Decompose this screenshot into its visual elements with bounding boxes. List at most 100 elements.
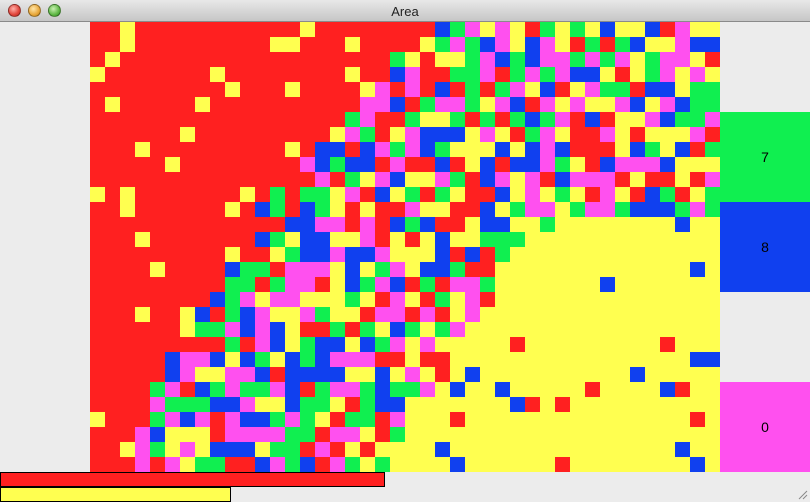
board-cell[interactable]	[240, 217, 256, 233]
board-cell[interactable]	[540, 277, 556, 293]
board-cell[interactable]	[165, 82, 181, 98]
board-cell[interactable]	[450, 397, 466, 413]
board-cell[interactable]	[315, 352, 331, 368]
board-cell[interactable]	[315, 427, 331, 443]
board-cell[interactable]	[615, 157, 631, 173]
board-cell[interactable]	[660, 247, 676, 263]
board-cell[interactable]	[270, 247, 286, 263]
board-cell[interactable]	[495, 232, 511, 248]
board-cell[interactable]	[270, 172, 286, 188]
board-cell[interactable]	[585, 52, 601, 68]
board-cell[interactable]	[510, 277, 526, 293]
board-cell[interactable]	[435, 307, 451, 323]
board-cell[interactable]	[465, 52, 481, 68]
board-cell[interactable]	[570, 97, 586, 113]
board-cell[interactable]	[225, 262, 241, 278]
board-cell[interactable]	[270, 427, 286, 443]
board-cell[interactable]	[120, 412, 136, 428]
board-cell[interactable]	[180, 322, 196, 338]
board-cell[interactable]	[390, 367, 406, 383]
board-cell[interactable]	[135, 97, 151, 113]
board-cell[interactable]	[435, 22, 451, 38]
board-cell[interactable]	[90, 127, 106, 143]
board-cell[interactable]	[465, 217, 481, 233]
board-cell[interactable]	[105, 457, 121, 472]
board-cell[interactable]	[135, 292, 151, 308]
board-cell[interactable]	[660, 307, 676, 323]
board-cell[interactable]	[285, 127, 301, 143]
board-cell[interactable]	[150, 307, 166, 323]
board-cell[interactable]	[450, 412, 466, 428]
board-cell[interactable]	[330, 67, 346, 83]
board-cell[interactable]	[345, 187, 361, 203]
board-cell[interactable]	[465, 412, 481, 428]
board-cell[interactable]	[300, 202, 316, 218]
board-cell[interactable]	[195, 412, 211, 428]
board-cell[interactable]	[345, 292, 361, 308]
board-cell[interactable]	[315, 112, 331, 128]
board-cell[interactable]	[300, 52, 316, 68]
board-cell[interactable]	[435, 292, 451, 308]
board-cell[interactable]	[210, 37, 226, 53]
board-cell[interactable]	[675, 307, 691, 323]
board-cell[interactable]	[555, 52, 571, 68]
board-cell[interactable]	[135, 187, 151, 203]
board-cell[interactable]	[360, 82, 376, 98]
board-cell[interactable]	[615, 52, 631, 68]
board-cell[interactable]	[345, 367, 361, 383]
board-cell[interactable]	[285, 262, 301, 278]
board-cell[interactable]	[120, 322, 136, 338]
board-cell[interactable]	[705, 457, 720, 472]
board-cell[interactable]	[705, 82, 720, 98]
board-cell[interactable]	[480, 247, 496, 263]
board-cell[interactable]	[585, 217, 601, 233]
board-cell[interactable]	[90, 52, 106, 68]
board-cell[interactable]	[495, 217, 511, 233]
board-cell[interactable]	[105, 187, 121, 203]
board-cell[interactable]	[150, 412, 166, 428]
board-cell[interactable]	[225, 172, 241, 188]
board-cell[interactable]	[210, 322, 226, 338]
board-cell[interactable]	[690, 82, 706, 98]
board-cell[interactable]	[330, 142, 346, 158]
board-cell[interactable]	[495, 127, 511, 143]
board-cell[interactable]	[255, 322, 271, 338]
board-cell[interactable]	[555, 112, 571, 128]
board-cell[interactable]	[135, 307, 151, 323]
board-cell[interactable]	[330, 337, 346, 353]
board-cell[interactable]	[180, 202, 196, 218]
board-cell[interactable]	[240, 247, 256, 263]
board-cell[interactable]	[315, 292, 331, 308]
board-cell[interactable]	[435, 37, 451, 53]
board-cell[interactable]	[540, 337, 556, 353]
board-cell[interactable]	[150, 22, 166, 38]
board-cell[interactable]	[600, 442, 616, 458]
board-cell[interactable]	[690, 292, 706, 308]
board-cell[interactable]	[510, 142, 526, 158]
board-cell[interactable]	[255, 382, 271, 398]
board-cell[interactable]	[465, 232, 481, 248]
board-cell[interactable]	[540, 427, 556, 443]
board-cell[interactable]	[585, 22, 601, 38]
board-cell[interactable]	[645, 142, 661, 158]
board-cell[interactable]	[225, 52, 241, 68]
board-cell[interactable]	[150, 67, 166, 83]
board-cell[interactable]	[180, 307, 196, 323]
board-cell[interactable]	[330, 352, 346, 368]
board-cell[interactable]	[660, 157, 676, 173]
board-cell[interactable]	[105, 367, 121, 383]
board-cell[interactable]	[420, 37, 436, 53]
board-cell[interactable]	[600, 217, 616, 233]
board-cell[interactable]	[690, 202, 706, 218]
board-cell[interactable]	[135, 427, 151, 443]
board-cell[interactable]	[375, 22, 391, 38]
board-cell[interactable]	[180, 277, 196, 293]
board-cell[interactable]	[300, 82, 316, 98]
board-cell[interactable]	[690, 367, 706, 383]
board-cell[interactable]	[390, 247, 406, 263]
board-cell[interactable]	[90, 37, 106, 53]
board-cell[interactable]	[300, 67, 316, 83]
board-cell[interactable]	[630, 112, 646, 128]
board-cell[interactable]	[270, 412, 286, 428]
board-cell[interactable]	[390, 172, 406, 188]
